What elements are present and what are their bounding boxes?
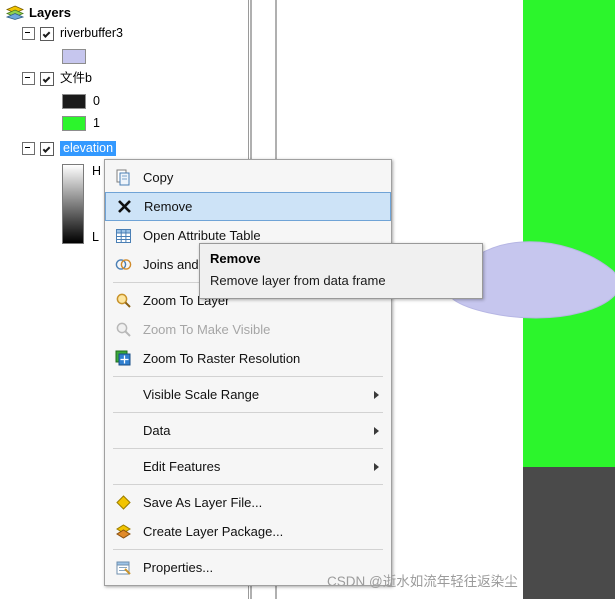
layer-visibility-checkbox[interactable] bbox=[40, 26, 54, 41]
menu-item-data[interactable]: Data bbox=[105, 416, 391, 445]
remove-tooltip: Remove Remove layer from data frame bbox=[199, 243, 483, 299]
menu-item-label: Edit Features bbox=[143, 459, 221, 474]
expander-icon[interactable] bbox=[22, 72, 35, 85]
symbol-label: 0 bbox=[93, 94, 100, 108]
chevron-right-icon bbox=[374, 462, 379, 471]
menu-separator bbox=[113, 549, 383, 550]
table-icon bbox=[105, 228, 141, 244]
layer-name-wenjianb[interactable]: 文件b bbox=[60, 72, 92, 85]
watermark-text: CSDN @逝水如流年轻往返染尘 bbox=[327, 574, 518, 589]
toc-header: Layers bbox=[0, 0, 248, 22]
zoom-layer-icon bbox=[105, 292, 141, 309]
menu-item-label: Copy bbox=[143, 170, 174, 185]
layer-visibility-checkbox[interactable] bbox=[40, 141, 54, 156]
symbol-row-wenjianb-1[interactable]: 1 bbox=[0, 112, 248, 134]
zoom-raster-icon bbox=[105, 350, 141, 367]
menu-item-zoom-to-make-visible: Zoom To Make Visible bbox=[105, 315, 391, 344]
expander-icon[interactable] bbox=[22, 27, 35, 40]
layer-visibility-checkbox[interactable] bbox=[40, 71, 54, 86]
menu-item-label: Save As Layer File... bbox=[143, 495, 263, 510]
menu-item-edit-features[interactable]: Edit Features bbox=[105, 452, 391, 481]
layer-file-icon bbox=[105, 494, 141, 511]
layer-name-riverbuffer3[interactable]: riverbuffer3 bbox=[60, 27, 123, 40]
layer-row-riverbuffer3[interactable]: riverbuffer3 bbox=[0, 22, 248, 45]
menu-item-label: Visible Scale Range bbox=[143, 387, 260, 402]
menu-item-label: Remove bbox=[144, 199, 193, 214]
layer-package-icon bbox=[105, 523, 141, 540]
menu-item-visible-scale-range[interactable]: Visible Scale Range bbox=[105, 380, 391, 409]
layer-row-wenjianb[interactable]: 文件b bbox=[0, 67, 248, 90]
joins-icon bbox=[105, 257, 141, 272]
chevron-right-icon bbox=[374, 426, 379, 435]
menu-separator bbox=[113, 412, 383, 413]
menu-separator bbox=[113, 448, 383, 449]
menu-separator bbox=[113, 376, 383, 377]
tooltip-body: Remove layer from data frame bbox=[210, 273, 386, 288]
menu-item-label: Zoom To Make Visible bbox=[143, 322, 271, 337]
layer-context-menu[interactable]: Copy Remove Open Attribute Table Joins a… bbox=[104, 159, 392, 586]
ramp-low-label: L bbox=[92, 230, 99, 244]
tooltip-title: Remove bbox=[210, 251, 261, 266]
chevron-right-icon bbox=[374, 390, 379, 399]
symbol-row-wenjianb-0[interactable]: 0 bbox=[0, 90, 248, 112]
menu-item-remove[interactable]: Remove bbox=[105, 192, 391, 221]
menu-item-label: Zoom To Raster Resolution bbox=[143, 351, 301, 366]
remove-x-icon bbox=[106, 198, 142, 215]
symbol-swatch[interactable] bbox=[62, 48, 86, 64]
layer-row-elevation[interactable]: elevation bbox=[0, 137, 248, 160]
expander-icon[interactable] bbox=[22, 142, 35, 155]
layers-stack-icon bbox=[6, 5, 24, 20]
menu-separator bbox=[113, 484, 383, 485]
menu-item-create-layer-package[interactable]: Create Layer Package... bbox=[105, 517, 391, 546]
symbol-label: 1 bbox=[93, 116, 100, 130]
raster-color-ramp[interactable] bbox=[62, 164, 84, 244]
copy-icon bbox=[105, 169, 141, 186]
layer-name-elevation[interactable]: elevation bbox=[60, 141, 117, 156]
menu-item-zoom-to-raster-resolution[interactable]: Zoom To Raster Resolution bbox=[105, 344, 391, 373]
toc-title: Layers bbox=[29, 5, 71, 20]
menu-item-save-as-layer-file[interactable]: Save As Layer File... bbox=[105, 488, 391, 517]
zoom-visible-icon bbox=[105, 321, 141, 338]
symbol-swatch[interactable] bbox=[62, 93, 86, 109]
properties-icon bbox=[105, 560, 141, 576]
menu-item-label: Open Attribute Table bbox=[143, 228, 261, 243]
menu-item-copy[interactable]: Copy bbox=[105, 163, 391, 192]
symbol-swatch[interactable] bbox=[62, 115, 86, 131]
ramp-high-label: H bbox=[92, 164, 102, 178]
menu-item-label: Create Layer Package... bbox=[143, 524, 284, 539]
symbol-row-riverbuffer3-0[interactable] bbox=[0, 45, 248, 67]
menu-item-label: Data bbox=[143, 423, 171, 438]
